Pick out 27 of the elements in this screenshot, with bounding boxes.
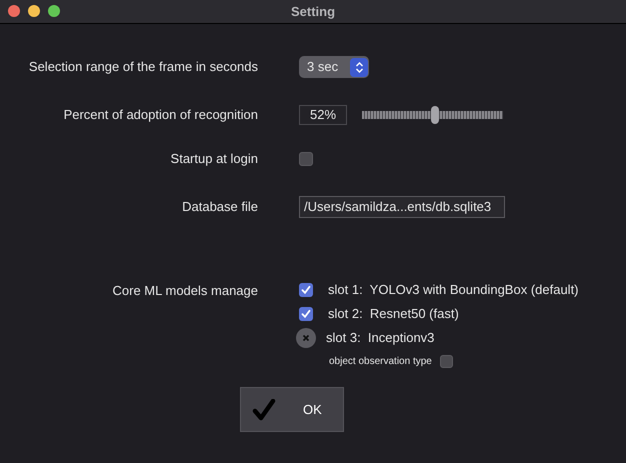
model-slot-label: slot 2: Resnet50 (fast) bbox=[328, 305, 459, 324]
option-label: object observation type bbox=[329, 354, 432, 368]
ok-button[interactable]: OK bbox=[240, 387, 344, 432]
model-slot-label: slot 3: Inceptionv3 bbox=[326, 329, 434, 348]
zoom-button[interactable] bbox=[48, 5, 60, 17]
checkbox[interactable] bbox=[299, 283, 313, 297]
close-icon bbox=[302, 334, 310, 342]
slider[interactable] bbox=[362, 105, 503, 125]
window-title: Setting bbox=[290, 2, 336, 21]
stepper-icon bbox=[350, 58, 368, 76]
checkbox[interactable] bbox=[299, 307, 313, 321]
minimize-button[interactable] bbox=[28, 5, 40, 17]
check-icon bbox=[252, 398, 276, 420]
model-slot-label: slot 1: YOLOv3 with BoundingBox (default) bbox=[328, 281, 579, 300]
field-label: Percent of adoption of recognition bbox=[62, 106, 258, 124]
checkbox[interactable] bbox=[440, 354, 453, 368]
field-label: Database file bbox=[181, 198, 258, 216]
percent-field[interactable]: 52% bbox=[299, 105, 347, 125]
field-label: Selection range of the frame in seconds bbox=[28, 58, 258, 76]
seconds-dropdown[interactable]: 3 sec bbox=[299, 56, 369, 78]
checkbox[interactable] bbox=[299, 152, 313, 166]
field-label: Startup at login bbox=[170, 150, 258, 168]
database-path-field[interactable]: /Users/samildza...ents/db.sqlite3 bbox=[299, 196, 505, 218]
slider-thumb[interactable] bbox=[431, 106, 440, 124]
remove-button[interactable] bbox=[296, 328, 316, 348]
field-label: Core ML models manage bbox=[112, 282, 258, 300]
close-button[interactable] bbox=[8, 5, 20, 17]
